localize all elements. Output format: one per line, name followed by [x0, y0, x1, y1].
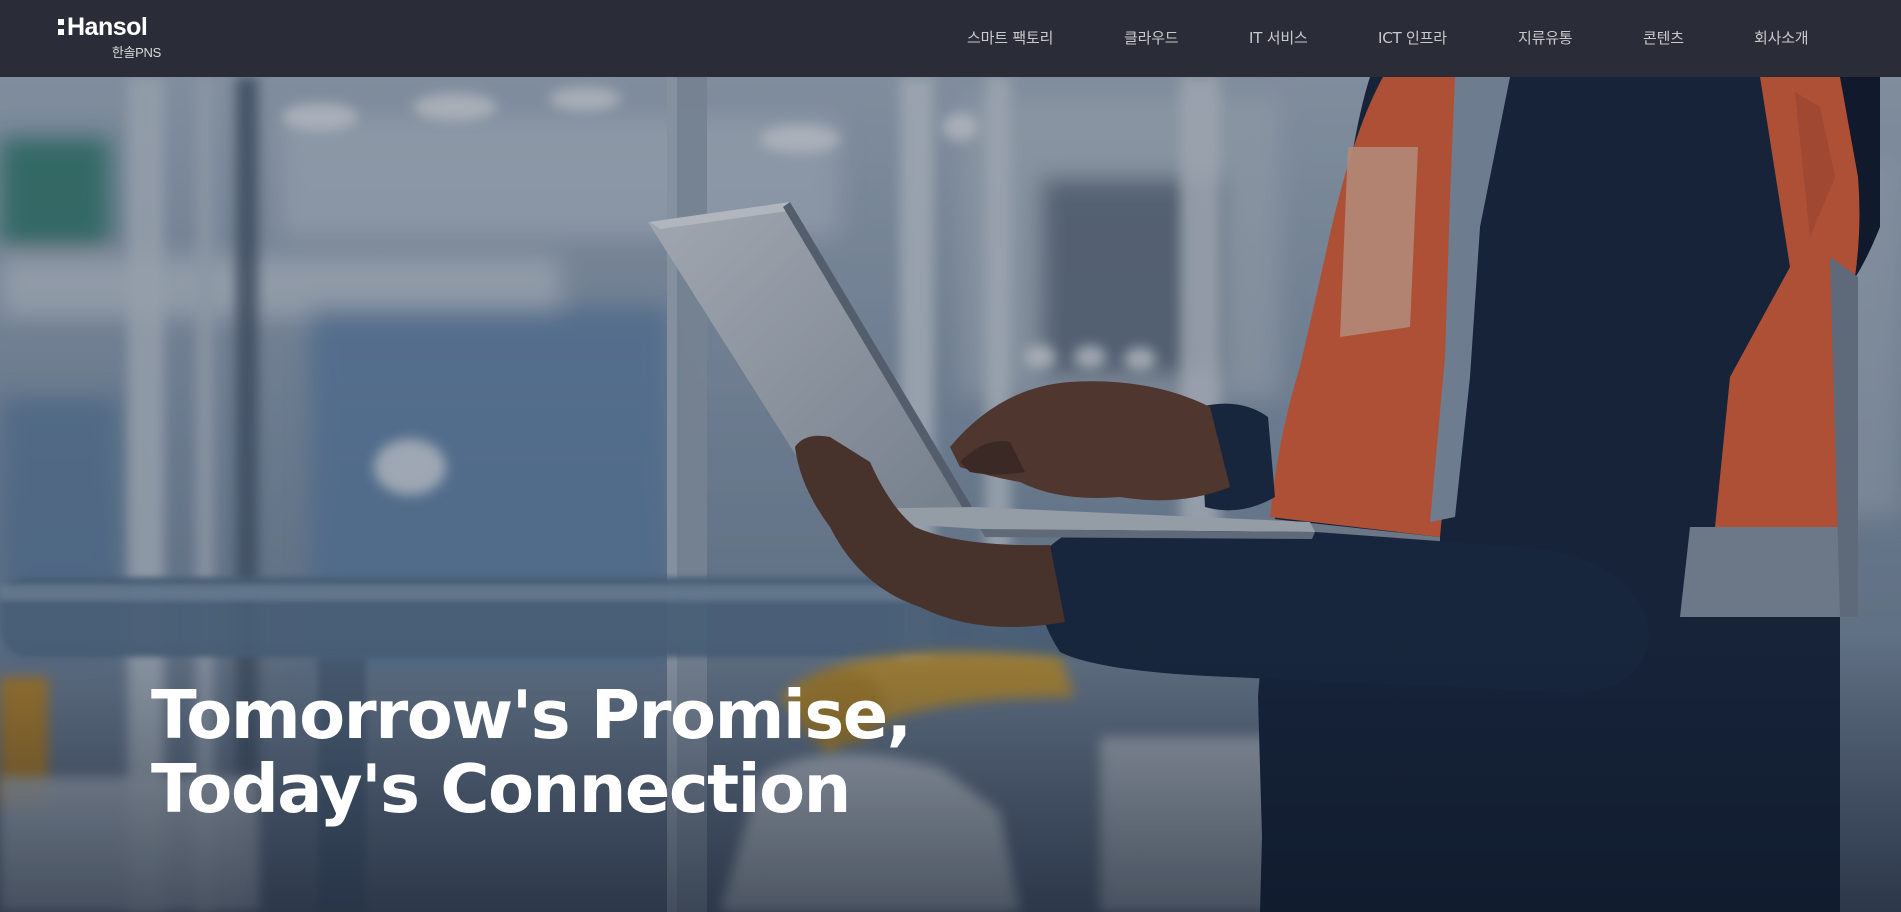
nav-item-about[interactable]: 회사소개 [1754, 27, 1809, 48]
nav-item-ict-infra[interactable]: ICT 인프라 [1378, 27, 1447, 48]
hero-headline-line2: Today's Connection [151, 750, 851, 828]
site-header: Hansol 한솔PNS 스마트 팩토리 클라우드 IT 서비스 ICT 인프라… [0, 0, 1901, 77]
nav-item-smart-factory[interactable]: 스마트 팩토리 [967, 27, 1053, 48]
nav-item-paper-distribution[interactable]: 지류유통 [1518, 27, 1573, 48]
main-nav: 스마트 팩토리 클라우드 IT 서비스 ICT 인프라 지류유통 콘텐츠 회사소… [0, 0, 1901, 77]
hero-banner: Tomorrow's Promise, Today's Connection [0, 77, 1901, 912]
nav-item-it-service[interactable]: IT 서비스 [1249, 27, 1308, 48]
page: Hansol 한솔PNS 스마트 팩토리 클라우드 IT 서비스 ICT 인프라… [0, 0, 1901, 912]
hero-headline: Tomorrow's Promise, Today's Connection [151, 676, 912, 828]
nav-item-contents[interactable]: 콘텐츠 [1643, 27, 1684, 48]
hero-headline-line1: Tomorrow's Promise, [151, 676, 912, 754]
nav-item-cloud[interactable]: 클라우드 [1124, 27, 1179, 48]
